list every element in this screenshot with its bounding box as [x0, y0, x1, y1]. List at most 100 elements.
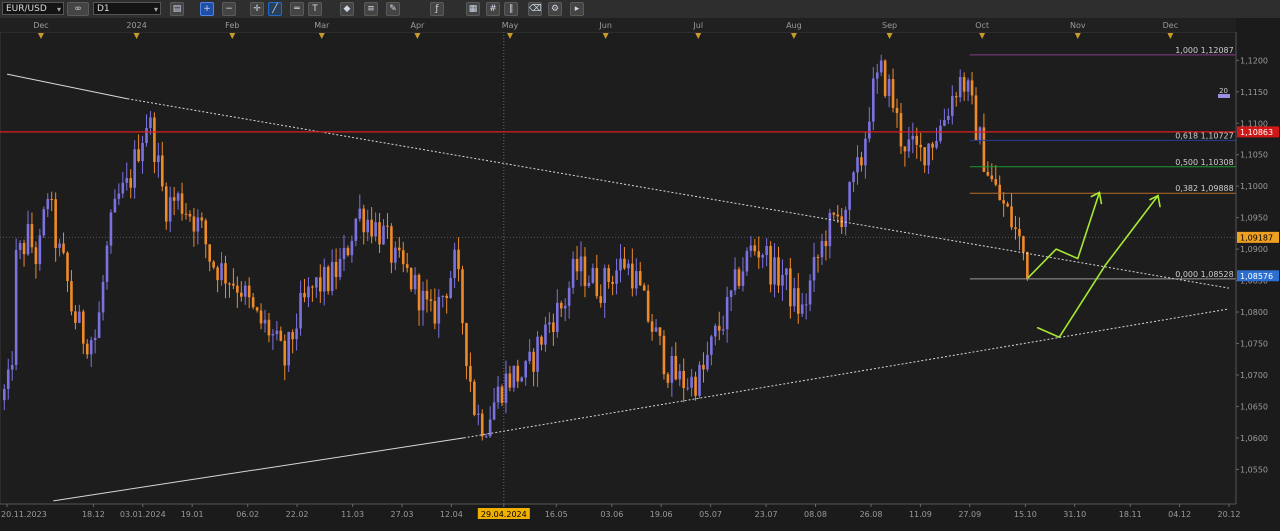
pencil-icon[interactable]: ✎ — [386, 2, 400, 16]
candlestick-chart[interactable]: Dec 2024 Feb Mar Apr May Jun Jul Aug Sep Oct Nov Dec… — [0, 18, 1280, 527]
date-tick-label: 18.11 — [1119, 510, 1142, 519]
candle-body — [943, 120, 946, 126]
date-tick-label: 04.12 — [1168, 510, 1191, 519]
timeframe-select[interactable]: D1 ▾ — [93, 2, 161, 15]
candle-body — [504, 373, 508, 403]
price-tick-label: 1,0650 — [1240, 402, 1268, 411]
candle-body — [781, 274, 784, 286]
fibonacci-icon[interactable]: ≡ — [364, 2, 378, 16]
date-tick-label: 05.07 — [699, 510, 722, 519]
link-icon[interactable]: ∞ — [67, 2, 89, 16]
templates-icon[interactable]: ▦ — [466, 2, 480, 16]
candle-body — [741, 271, 745, 286]
horizontal-line-icon[interactable]: ═ — [290, 2, 304, 16]
date-tick-label: 22.02 — [286, 510, 309, 519]
candle-body — [291, 332, 294, 340]
candle-body — [172, 197, 176, 201]
candle-body — [785, 268, 788, 275]
candle-body — [911, 135, 915, 140]
candle-body — [184, 213, 188, 215]
crosshair-icon[interactable]: ✛ — [250, 2, 264, 16]
candle-body — [939, 125, 942, 141]
text-icon[interactable]: T — [308, 2, 322, 16]
candle-body — [642, 285, 646, 291]
candle-body — [528, 351, 531, 362]
symbol-select[interactable]: EUR/USD ▾ — [2, 2, 64, 15]
candle-body — [520, 377, 524, 382]
candle-body — [374, 222, 377, 237]
candle-body — [378, 222, 381, 245]
candle-body — [958, 77, 962, 98]
candle-body — [350, 240, 354, 256]
candle-body — [480, 413, 484, 437]
zoom-out-icon[interactable]: − — [222, 2, 236, 16]
candle-body — [923, 147, 926, 166]
candle-body — [413, 274, 417, 290]
candle-body — [1022, 236, 1025, 252]
zoom-in-icon[interactable]: + — [200, 2, 214, 16]
candle-body — [3, 388, 6, 401]
candle-body — [322, 266, 326, 292]
candle-body — [299, 292, 302, 329]
candle-body — [192, 216, 196, 232]
settings-icon[interactable]: ⚙ — [548, 2, 562, 16]
chart-area[interactable]: Dec 2024 Feb Mar Apr May Jun Jul Aug Sep Oct Nov Dec… — [0, 18, 1280, 527]
candle-body — [275, 330, 279, 335]
candle-body — [453, 249, 456, 278]
candle-body — [398, 247, 401, 251]
candle-body — [678, 370, 682, 380]
candle-body — [583, 256, 587, 286]
candle-body — [761, 255, 764, 258]
candle-body — [670, 355, 674, 383]
candle-body — [125, 178, 129, 183]
fibonacci-level-label: 0,000 1,08528 — [1175, 270, 1234, 279]
candle-body — [690, 376, 693, 388]
candle-body — [694, 376, 697, 396]
candle-body — [370, 219, 373, 237]
candle-body — [773, 257, 776, 285]
candle-body — [536, 336, 539, 372]
plot-frame — [0, 31, 1237, 505]
candle-body — [326, 266, 330, 292]
trend-line-icon[interactable]: ╱ — [268, 2, 282, 16]
candle-body — [153, 117, 156, 163]
candle-body — [303, 292, 306, 298]
channel-icon[interactable]: ∥ — [504, 2, 518, 16]
candle-body — [168, 197, 172, 222]
candle-body — [559, 302, 563, 309]
eraser-icon[interactable]: ⌫ — [528, 2, 542, 16]
chart-type-icon[interactable]: ▤ — [170, 2, 184, 16]
candle-body — [619, 258, 622, 271]
candle-body — [875, 72, 879, 79]
candle-body — [1026, 251, 1029, 280]
price-tick-label: 1,0700 — [1240, 371, 1268, 380]
date-tick-label: 27.03 — [391, 510, 414, 519]
candle-body — [251, 297, 255, 308]
date-tick-label: 27.09 — [958, 510, 981, 519]
candle-body — [706, 354, 709, 370]
candle-body — [113, 198, 117, 213]
more-icon[interactable]: ▸ — [570, 2, 584, 16]
candle-body — [710, 336, 713, 355]
price-label-text: 1,10863 — [1240, 128, 1273, 137]
candle-body — [133, 149, 136, 188]
candle-body — [603, 268, 606, 303]
candle-body — [58, 243, 61, 248]
candle-body — [6, 369, 10, 389]
candle-body — [591, 267, 595, 283]
candle-body — [22, 242, 26, 255]
candle-body — [10, 364, 14, 370]
candle-body — [1010, 206, 1013, 228]
month-label: Aug — [786, 21, 802, 30]
candle-body — [93, 337, 97, 341]
candle-body — [1014, 227, 1017, 230]
objects-icon[interactable]: ◆ — [340, 2, 354, 16]
grid-icon[interactable]: # — [486, 2, 500, 16]
candle-body — [315, 277, 318, 288]
candle-body — [615, 270, 618, 284]
date-tick-label: 11.09 — [909, 510, 932, 519]
month-label: Mar — [314, 21, 330, 30]
candle-body — [820, 241, 824, 258]
candle-body — [970, 80, 974, 96]
indicators-icon[interactable]: ƒ — [430, 2, 444, 16]
